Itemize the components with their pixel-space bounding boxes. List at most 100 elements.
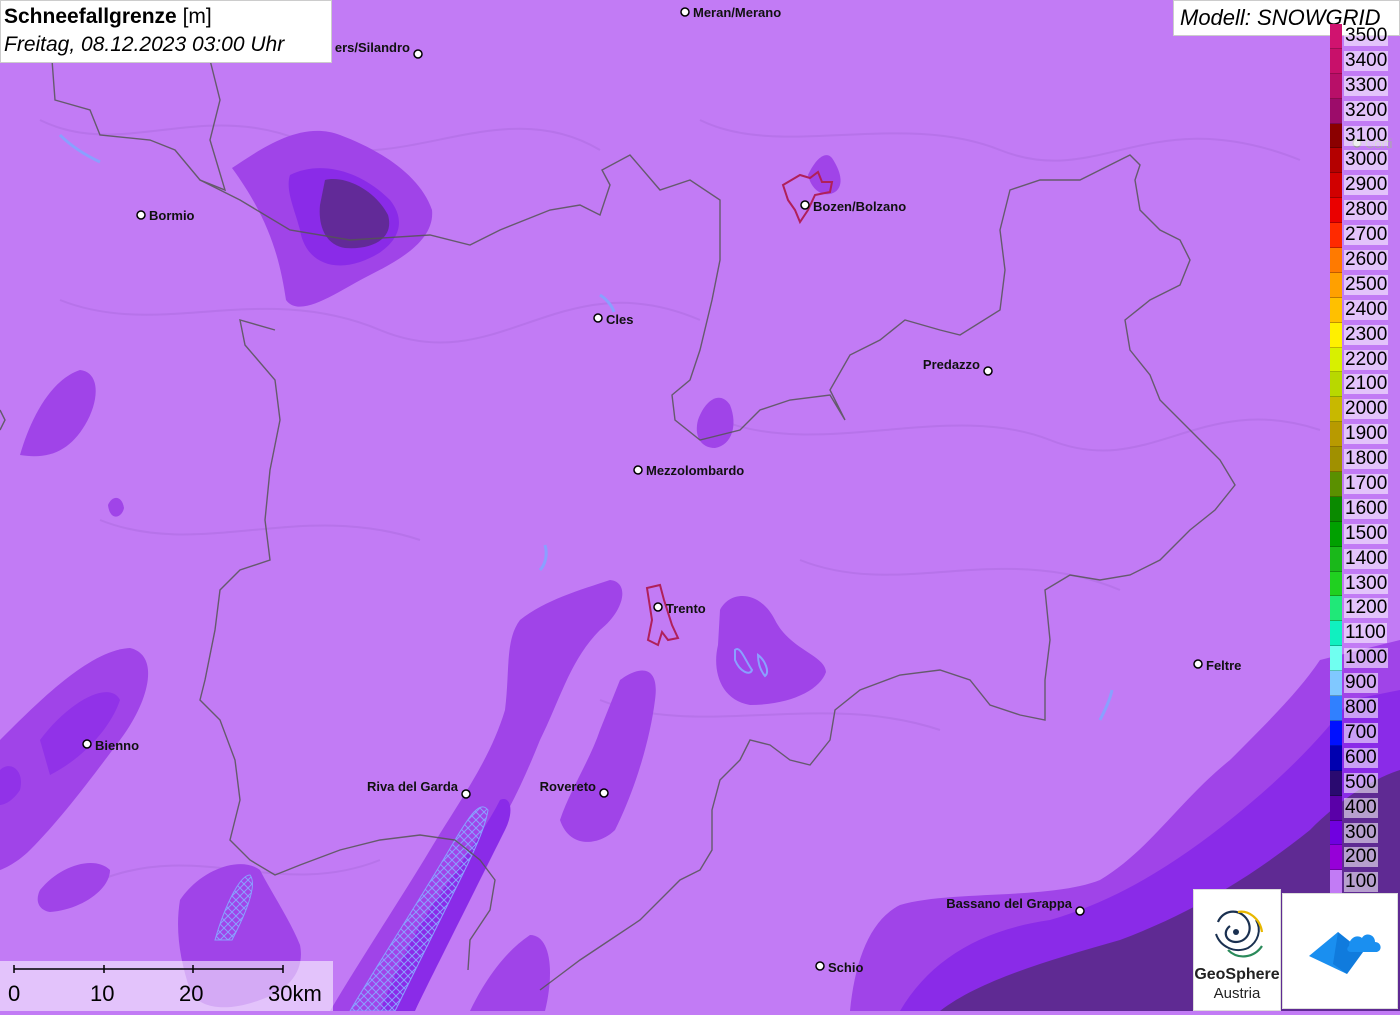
- city-meran: Meran/Merano: [680, 5, 781, 20]
- legend-label: 200: [1344, 846, 1378, 868]
- legend-label: 2700: [1344, 224, 1389, 246]
- legend-row: 1900: [1330, 422, 1400, 448]
- legend-label: 1100: [1344, 622, 1387, 644]
- legend-row: 3200: [1330, 98, 1400, 124]
- legend-row: 200: [1330, 845, 1400, 871]
- legend-label: 700: [1344, 721, 1378, 743]
- legend-row: 1600: [1330, 496, 1400, 522]
- geosphere-country: Austria: [1213, 985, 1261, 1002]
- legend-row: 1000: [1330, 646, 1400, 672]
- geosphere-swirl-icon: [1215, 910, 1264, 958]
- svg-text:Bormio: Bormio: [149, 208, 195, 223]
- legend-label: 600: [1344, 746, 1378, 768]
- legend-row: 300: [1330, 820, 1400, 846]
- legend-swatch: [1330, 73, 1342, 99]
- legend-swatch: [1330, 248, 1342, 273]
- legend-row: 3100: [1330, 123, 1400, 149]
- legend-row: 800: [1330, 696, 1400, 721]
- legend-row: 1700: [1330, 472, 1400, 497]
- legend-label: 300: [1344, 821, 1378, 843]
- legend-swatch: [1330, 671, 1342, 697]
- legend-swatch: [1330, 820, 1342, 846]
- legend-label: 2400: [1344, 298, 1389, 320]
- city-bozen: Bozen/Bolzano: [800, 199, 906, 214]
- legend-swatch: [1330, 223, 1342, 249]
- legend-label: 3000: [1344, 149, 1389, 171]
- svg-text:Schio: Schio: [828, 960, 863, 975]
- legend-row: 1500: [1330, 521, 1400, 547]
- legend-label: 2600: [1344, 249, 1389, 271]
- legend-label: 2900: [1344, 174, 1389, 196]
- svg-text:Feltre: Feltre: [1206, 658, 1241, 673]
- map-canvas[interactable]: Meran/Merano ers/Silandro Bormio Bozen/B…: [0, 0, 1400, 1011]
- svg-text:Cles: Cles: [606, 312, 633, 327]
- svg-text:Riva del Garda: Riva del Garda: [367, 779, 459, 794]
- legend-swatch: [1330, 48, 1342, 74]
- geosphere-logo[interactable]: GeoSphere Austria: [1193, 889, 1281, 1011]
- scale-label-10: 10: [90, 981, 115, 1006]
- legend-row: 1800: [1330, 447, 1400, 473]
- svg-text:ers/Silandro: ers/Silandro: [335, 40, 410, 55]
- legend-label: 100: [1344, 871, 1378, 893]
- svg-text:Bienno: Bienno: [95, 738, 139, 753]
- legend-swatch: [1330, 148, 1342, 174]
- legend-swatch: [1330, 322, 1342, 348]
- legend-row: 2000: [1330, 397, 1400, 423]
- legend-label: 2200: [1344, 348, 1389, 370]
- legend-label: 800: [1344, 697, 1378, 719]
- legend-label: 2100: [1344, 373, 1389, 395]
- legend-label: 1800: [1344, 448, 1389, 470]
- legend-swatch: [1330, 646, 1342, 672]
- legend-swatch: [1330, 173, 1342, 199]
- scale-bar: 0 10 20 30km: [0, 961, 333, 1011]
- legend-swatch: [1330, 745, 1342, 771]
- legend-label: 500: [1344, 771, 1378, 793]
- legend-row: 500: [1330, 770, 1400, 796]
- svg-text:Mezzolombardo: Mezzolombardo: [646, 463, 744, 478]
- legend-swatch: [1330, 397, 1342, 423]
- legend-label: 3300: [1344, 74, 1389, 96]
- legend-row: 3000: [1330, 148, 1400, 174]
- legend-swatch: [1330, 795, 1342, 821]
- legend-label: 3500: [1344, 25, 1389, 46]
- legend-swatch: [1330, 546, 1342, 572]
- legend-row: 1400: [1330, 546, 1400, 572]
- legend-swatch: [1330, 596, 1342, 622]
- geosphere-name: GeoSphere: [1194, 966, 1280, 983]
- legend-row: 2800: [1330, 198, 1400, 224]
- svg-text:Predazzo: Predazzo: [923, 357, 980, 372]
- legend-swatch: [1330, 845, 1342, 871]
- snowgrid-logo[interactable]: [1282, 893, 1398, 1009]
- city-mezzolombardo: Mezzolombardo: [633, 463, 744, 478]
- legend-swatch: [1330, 472, 1342, 497]
- title-box: Schneefallgrenze [m] Freitag, 08.12.2023…: [0, 0, 332, 63]
- legend-row: 3400: [1330, 48, 1400, 74]
- legend-swatch: [1330, 272, 1342, 298]
- legend-swatch: [1330, 496, 1342, 522]
- legend-swatch: [1330, 447, 1342, 473]
- legend-label: 2300: [1344, 323, 1389, 345]
- legend-label: 1700: [1344, 473, 1389, 495]
- legend-row: 2700: [1330, 223, 1400, 249]
- snow-cloud-icon: [1309, 932, 1381, 974]
- scale-label-20: 20: [179, 981, 204, 1006]
- legend-row: 700: [1330, 720, 1400, 746]
- svg-text:Meran/Merano: Meran/Merano: [693, 5, 781, 20]
- legend-row: 1200: [1330, 596, 1400, 622]
- legend-label: 1200: [1344, 597, 1389, 619]
- legend-row: 1300: [1330, 571, 1400, 597]
- svg-text:Rovereto: Rovereto: [540, 779, 596, 794]
- color-legend: 3500 3400 3300 3200 3100 3000 2900 2800 2700 2600…: [1330, 24, 1400, 896]
- legend-label: 1000: [1344, 647, 1389, 669]
- legend-row: 900: [1330, 671, 1400, 697]
- legend-swatch: [1330, 297, 1342, 323]
- svg-text:Bassano del Grappa: Bassano del Grappa: [946, 896, 1072, 911]
- legend-swatch: [1330, 24, 1342, 49]
- legend-label: 3200: [1344, 99, 1389, 121]
- legend-swatch: [1330, 621, 1342, 647]
- legend-swatch: [1330, 870, 1342, 896]
- legend-row: 2500: [1330, 272, 1400, 298]
- svg-text:Bozen/Bolzano: Bozen/Bolzano: [813, 199, 906, 214]
- legend-row: 3500: [1330, 24, 1400, 49]
- legend-label: 400: [1344, 796, 1378, 818]
